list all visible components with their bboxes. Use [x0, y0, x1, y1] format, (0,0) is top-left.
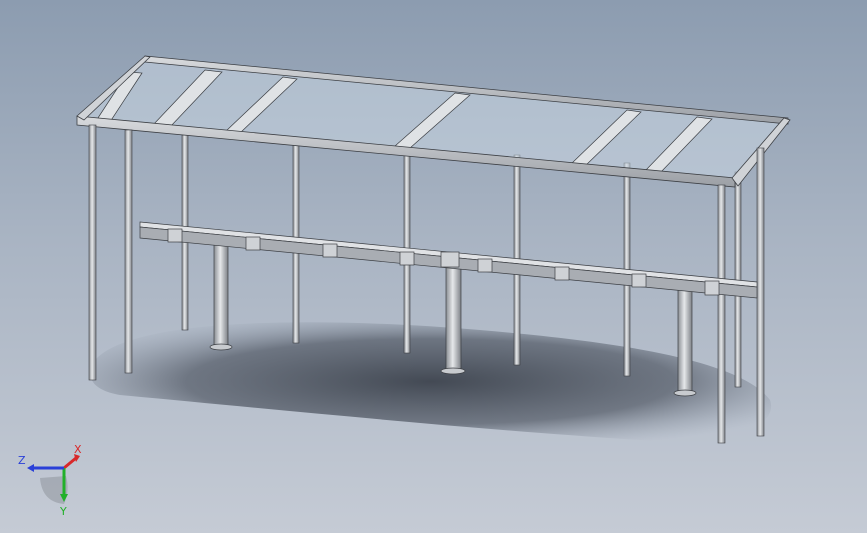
orientation-triad[interactable]: X Y Z [12, 440, 92, 520]
seat-bracket [322, 243, 338, 258]
seat-bracket [631, 273, 647, 288]
z-axis-label: Z [18, 454, 26, 467]
seat-bracket [554, 266, 570, 281]
graphics-viewport[interactable]: X Y Z [0, 0, 867, 533]
bench-leg [213, 244, 229, 346]
leg-base-plate [673, 389, 697, 397]
x-axis-label: X [74, 443, 82, 456]
z-axis-head [27, 464, 34, 472]
post [717, 184, 726, 444]
bench-brackets [167, 228, 720, 296]
seat-bracket [167, 228, 183, 243]
x-axis-arrow [63, 456, 77, 470]
leg-base-plate [440, 367, 466, 375]
seat-bracket [440, 251, 460, 268]
y-axis-label: Y [59, 505, 67, 518]
leg-base-plate [209, 343, 233, 351]
seat-bracket [245, 236, 261, 251]
post [734, 171, 742, 388]
seat-bracket [399, 251, 415, 266]
post [88, 124, 97, 381]
post [756, 147, 765, 437]
seat-bracket [477, 258, 493, 273]
seat-bracket [704, 280, 720, 296]
bench-leg [677, 287, 693, 393]
model-view[interactable] [0, 0, 867, 533]
ground-shadow [90, 322, 772, 441]
bench-leg [445, 261, 462, 371]
post [124, 129, 133, 374]
